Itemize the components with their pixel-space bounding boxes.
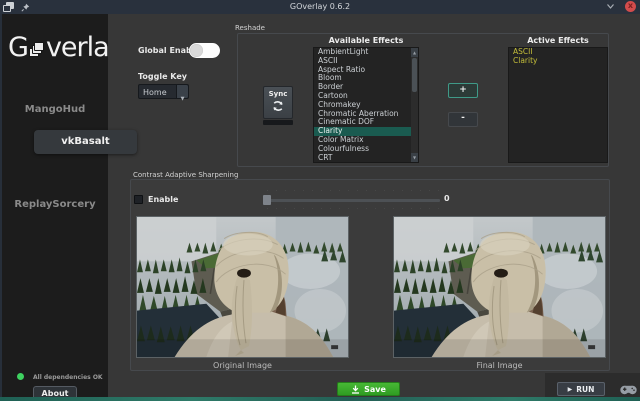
cas-group-label: Contrast Adaptive Sharpening	[133, 171, 238, 179]
available-effects-header: Available Effects	[313, 36, 419, 45]
scroll-down-icon[interactable]: ▼	[411, 153, 418, 162]
scroll-up-icon[interactable]: ▲	[411, 48, 418, 57]
toggle-key-label: Toggle Key	[138, 72, 187, 81]
original-image-label: Original Image	[136, 361, 349, 370]
logo-text-prefix: G	[8, 32, 28, 63]
toggle-key-value: Home	[143, 88, 167, 97]
minimize-chevron-icon[interactable]	[607, 4, 614, 9]
scrollbar-thumb[interactable]	[412, 58, 417, 92]
slider-ticks-bottom	[267, 208, 439, 209]
sidebar-item-replaysorcery[interactable]: ReplaySorcery	[2, 199, 108, 210]
refresh-icon	[271, 99, 285, 113]
final-image-preview	[393, 216, 606, 358]
desktop-edge-strip	[0, 397, 640, 401]
sync-progress-bar	[263, 120, 293, 125]
dependency-status-text: All dependencies OK	[33, 374, 103, 381]
cas-enable-checkbox[interactable]	[134, 195, 143, 204]
available-effects-list[interactable]: ▲ ▼ AmbientLightASCIIAspect RatioBloomBo…	[313, 47, 419, 163]
original-image-preview	[136, 216, 349, 358]
cas-enable-label: Enable	[148, 195, 178, 204]
active-effects-header: Active Effects	[508, 36, 608, 45]
close-button[interactable]: x	[625, 1, 636, 12]
sync-button[interactable]: Sync	[263, 86, 293, 119]
goverlay-window: GOverlay 0.6.2 x Gverlay MangoHud Replay…	[0, 0, 640, 401]
play-icon: ▶	[568, 386, 573, 393]
save-button[interactable]: Save	[337, 382, 400, 396]
slider-ticks-top	[267, 190, 439, 191]
run-button-label: RUN	[576, 385, 594, 394]
final-image-label: Final Image	[393, 361, 606, 370]
active-effects-list[interactable]: ASCIIClarity	[508, 47, 608, 163]
titlebar: GOverlay 0.6.2 x	[0, 0, 640, 14]
sidebar-item-vkbasalt[interactable]: vkBasalt	[34, 130, 137, 154]
layers-icon	[29, 42, 45, 58]
add-effect-button[interactable]: +	[448, 83, 478, 98]
toggle-knob	[190, 44, 203, 57]
save-button-label: Save	[364, 385, 386, 394]
cas-slider-value: 0	[444, 194, 450, 203]
run-button[interactable]: ▶ RUN	[557, 382, 605, 396]
effect-item[interactable]: CRT	[314, 154, 411, 163]
cas-slider-track[interactable]	[265, 199, 440, 202]
sidebar-item-mangohud[interactable]: MangoHud	[2, 104, 108, 115]
dropdown-arrow-button[interactable]: ▼	[176, 85, 188, 98]
window-title: GOverlay 0.6.2	[0, 2, 640, 11]
download-icon	[351, 385, 360, 394]
toggle-key-dropdown[interactable]: Home ▼	[138, 84, 189, 99]
dependency-status-dot	[17, 373, 24, 380]
cas-slider-handle[interactable]	[263, 195, 271, 205]
witcher-scene-original	[137, 217, 348, 357]
effect-item[interactable]: Clarity	[509, 57, 607, 66]
sync-button-label: Sync	[264, 90, 292, 98]
reshade-group-label: Reshade	[235, 24, 265, 32]
global-enable-toggle[interactable]	[189, 43, 220, 58]
gamepad-icon	[620, 383, 637, 395]
sidebar: Gverlay MangoHud ReplaySorcery All depen…	[2, 14, 108, 397]
remove-effect-button[interactable]: -	[448, 112, 478, 127]
app-logo: Gverlay	[8, 32, 124, 63]
scrollbar[interactable]: ▲ ▼	[411, 48, 418, 162]
chevron-down-icon: ▼	[181, 96, 185, 102]
witcher-scene-final	[394, 217, 605, 357]
